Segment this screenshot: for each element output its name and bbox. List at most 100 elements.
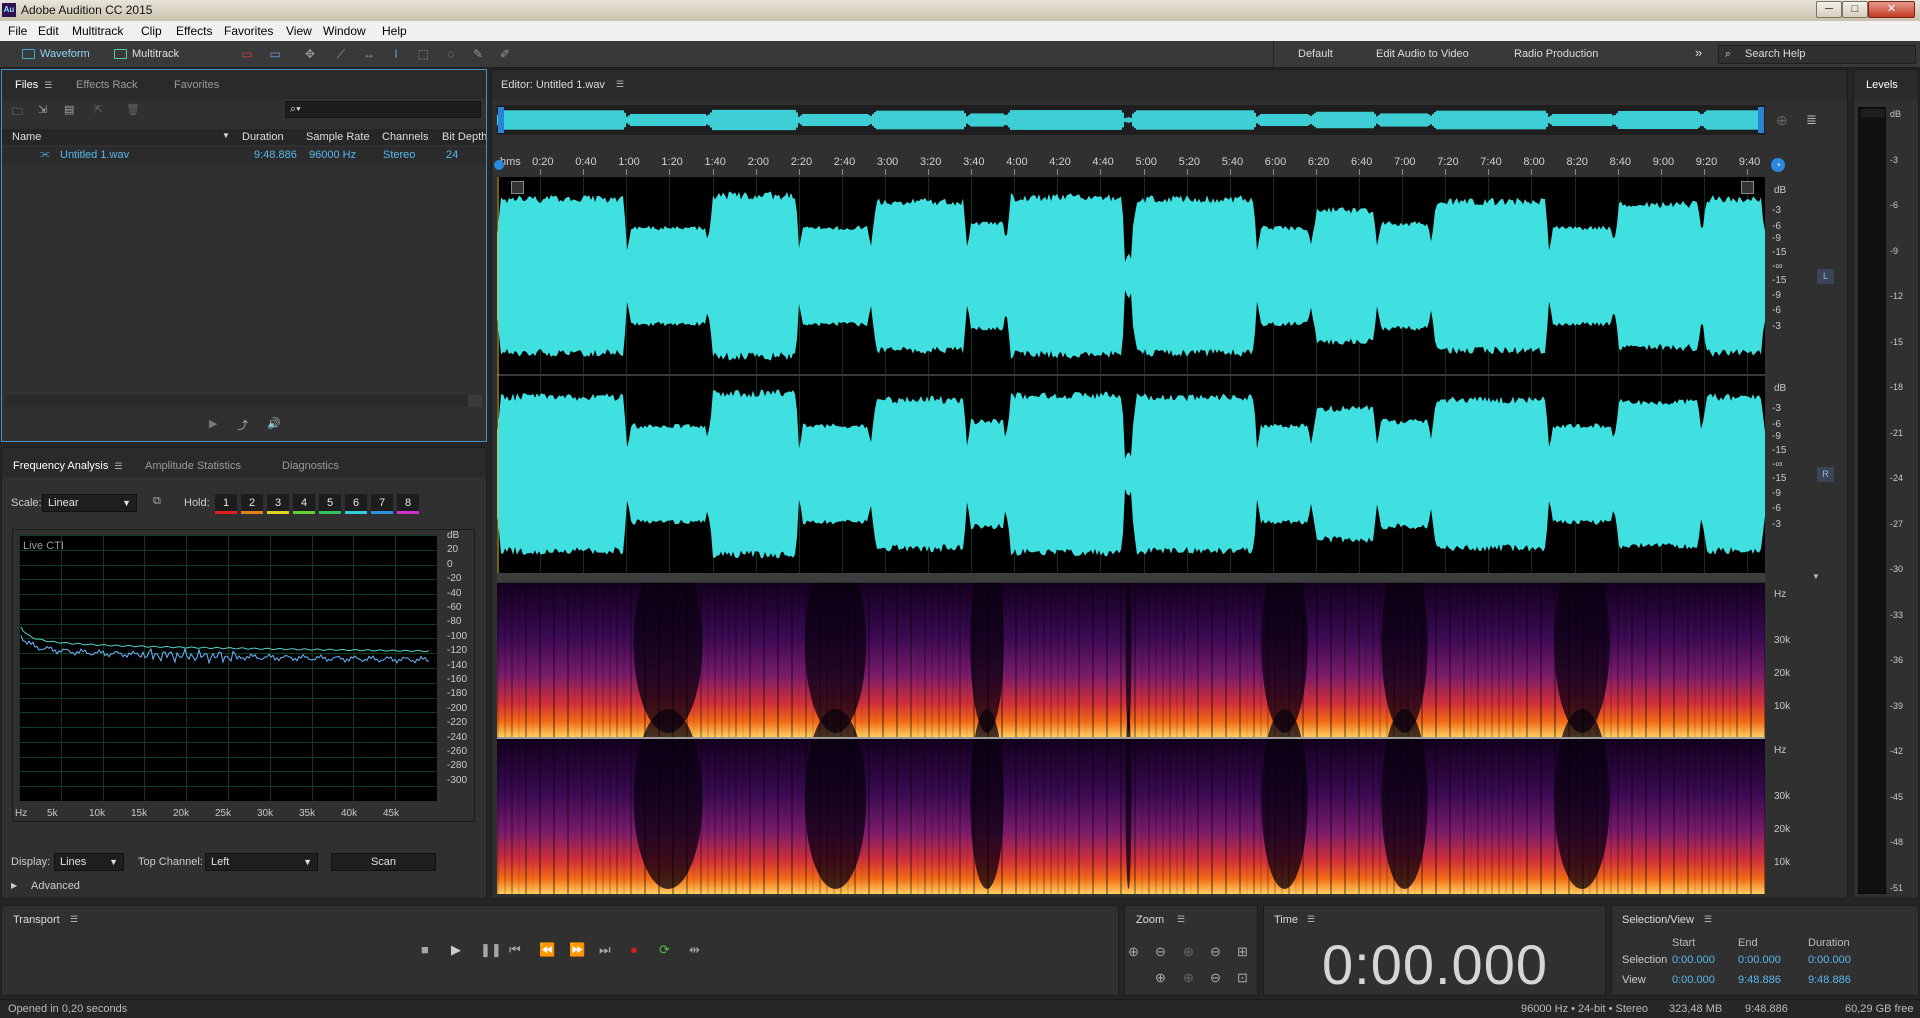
tab-files[interactable]: Files ☰	[15, 79, 52, 91]
spectral-display-icon[interactable]: ▭	[240, 47, 254, 61]
selection-end[interactable]: 0:00.000	[1738, 954, 1781, 966]
search-help-input[interactable]: ⌕ Search Help	[1718, 45, 1916, 64]
workspace-default[interactable]: Default	[1298, 48, 1333, 60]
col-sample-rate[interactable]: Sample Rate	[306, 131, 370, 143]
insert-icon[interactable]: ⇱	[94, 103, 103, 116]
panel-menu-icon[interactable]: ☰	[44, 80, 52, 90]
view-end[interactable]: 9:48.886	[1738, 974, 1781, 986]
marquee-tool-icon[interactable]: ⬚	[416, 47, 430, 61]
spot-healing-tool-icon[interactable]: ✐	[498, 47, 512, 61]
tab-effects-rack[interactable]: Effects Rack	[76, 79, 138, 91]
zoom-in-icon[interactable]: ⊕	[1776, 112, 1788, 129]
zoom-in-left-icon[interactable]: ⊕	[1155, 970, 1166, 986]
minimize-button[interactable]: ─	[1816, 1, 1842, 18]
zoom-fit-icon[interactable]: ⊡	[1237, 970, 1248, 986]
move-tool-icon[interactable]: ✥	[303, 47, 317, 61]
hold-button-5[interactable]: 5	[319, 494, 341, 514]
list-icon[interactable]: ≣	[1806, 112, 1817, 128]
overview-bar[interactable]	[496, 105, 1765, 135]
top-channel-dropdown[interactable]: Left ▼	[205, 853, 318, 871]
view-duration[interactable]: 9:48.886	[1808, 974, 1851, 986]
hold-button-8[interactable]: 8	[397, 494, 419, 514]
workspace-edit-audio-to-video[interactable]: Edit Audio to Video	[1376, 48, 1469, 60]
tab-frequency-analysis[interactable]: Frequency Analysis ☰	[13, 460, 122, 472]
menu-favorites[interactable]: Favorites	[224, 24, 273, 38]
fade-in-handle[interactable]	[511, 181, 524, 194]
zoom-out-amplitude-icon[interactable]: ⊖	[1155, 944, 1166, 960]
zoom-in-amplitude-icon[interactable]: ⊕	[1128, 944, 1139, 960]
snap-icon[interactable]: ◔	[1771, 158, 1785, 172]
workspace-more-button[interactable]: »	[1695, 45, 1702, 60]
col-duration[interactable]: Duration	[242, 131, 284, 143]
menu-edit[interactable]: Edit	[38, 24, 59, 38]
view-start[interactable]: 0:00.000	[1672, 974, 1715, 986]
col-channels[interactable]: Channels	[382, 131, 428, 143]
fade-out-handle[interactable]	[1741, 181, 1754, 194]
tab-favorites[interactable]: Favorites	[174, 79, 219, 91]
hold-button-2[interactable]: 2	[241, 494, 263, 514]
menu-clip[interactable]: Clip	[141, 24, 162, 38]
hold-button-4[interactable]: 4	[293, 494, 315, 514]
scale-dropdown[interactable]: Linear ▼	[42, 494, 137, 512]
overview-handle-right[interactable]	[1758, 107, 1764, 133]
copy-graph-icon[interactable]: ⧉	[153, 495, 161, 508]
waveform-mode-button[interactable]: Waveform	[18, 45, 95, 63]
menu-help[interactable]: Help	[382, 24, 407, 38]
autoplay-icon[interactable]: 🔊	[267, 417, 281, 430]
new-file-icon[interactable]: ▤	[64, 103, 74, 116]
stop-icon[interactable]: ■	[421, 942, 429, 957]
scan-button[interactable]: Scan	[331, 853, 436, 871]
overview-handle-left[interactable]	[498, 107, 504, 133]
play-preview-icon[interactable]: ▶	[209, 417, 217, 430]
previous-icon[interactable]: ⏮	[509, 942, 521, 958]
panel-menu-icon[interactable]: ☰	[70, 914, 78, 925]
zoom-out-time-icon[interactable]: ⊖	[1210, 944, 1221, 960]
menu-window[interactable]: Window	[323, 24, 366, 38]
hold-button-6[interactable]: 6	[345, 494, 367, 514]
spectral-display[interactable]	[497, 553, 1766, 894]
table-row[interactable]: ⫘ Untitled 1.wav 9:48.886 96000 Hz Stere…	[2, 147, 486, 163]
panel-menu-icon[interactable]: ☰	[114, 461, 122, 471]
spectral-pitch-icon[interactable]: ▭	[268, 47, 282, 61]
panel-menu-icon[interactable]: ☰	[1307, 914, 1315, 925]
loop-preview-icon[interactable]: ⤴	[237, 417, 248, 433]
brush-tool-icon[interactable]: ✎	[471, 47, 485, 61]
hold-button-7[interactable]: 7	[371, 494, 393, 514]
levels-title[interactable]: Levels	[1866, 79, 1898, 91]
multitrack-mode-button[interactable]: Multitrack	[110, 45, 184, 63]
waveform-display[interactable]	[497, 177, 1765, 573]
waveform-spectral-divider[interactable]	[497, 573, 1765, 582]
import-file-icon[interactable]: ⇲	[38, 103, 47, 116]
advanced-toggle[interactable]: Advanced	[31, 880, 80, 892]
play-icon[interactable]: ▶	[451, 942, 461, 958]
col-name[interactable]: Name	[12, 131, 41, 143]
open-file-icon[interactable]: 🗀	[12, 103, 23, 122]
zoom-in-right-icon[interactable]: ⊕	[1183, 970, 1194, 986]
zoom-out-full-icon[interactable]: ⊖	[1210, 970, 1221, 986]
lasso-tool-icon[interactable]: ◌	[444, 47, 458, 61]
razor-tool-icon[interactable]: ⟋	[334, 47, 348, 61]
slip-tool-icon[interactable]: ↔	[362, 47, 376, 61]
col-bit-depth[interactable]: Bit Depth	[442, 131, 486, 143]
tab-diagnostics[interactable]: Diagnostics	[282, 460, 339, 472]
rewind-icon[interactable]: ⏪	[539, 942, 555, 958]
next-icon[interactable]: ⏭	[599, 942, 611, 958]
files-search-input[interactable]: ⌕▾	[285, 101, 481, 118]
hold-button-1[interactable]: 1	[215, 494, 237, 514]
record-icon[interactable]: ●	[630, 942, 638, 957]
chevron-right-icon[interactable]: ▶	[11, 881, 17, 890]
fast-forward-icon[interactable]: ⏩	[569, 942, 585, 958]
loop-icon[interactable]: ⟳	[659, 942, 670, 958]
time-ruler[interactable]: hms 0:20 0:40 1:00 1:20 1:40 2:00 2:20 2:40 3:00 3…	[497, 152, 1765, 175]
selection-duration[interactable]: 0:00.000	[1808, 954, 1851, 966]
time-selection-tool-icon[interactable]: I	[389, 47, 403, 61]
pause-icon[interactable]: ❚❚	[480, 942, 502, 958]
menu-view[interactable]: View	[286, 24, 312, 38]
left-channel-toggle[interactable]: L	[1817, 269, 1834, 284]
delete-icon[interactable]: 🗑	[126, 103, 140, 116]
hold-button-3[interactable]: 3	[267, 494, 289, 514]
files-scrollbar[interactable]	[6, 395, 482, 407]
zoom-to-selection-icon[interactable]: ⊞	[1237, 944, 1248, 960]
right-channel-toggle[interactable]: R	[1817, 467, 1834, 482]
playhead-handle[interactable]	[494, 160, 504, 170]
